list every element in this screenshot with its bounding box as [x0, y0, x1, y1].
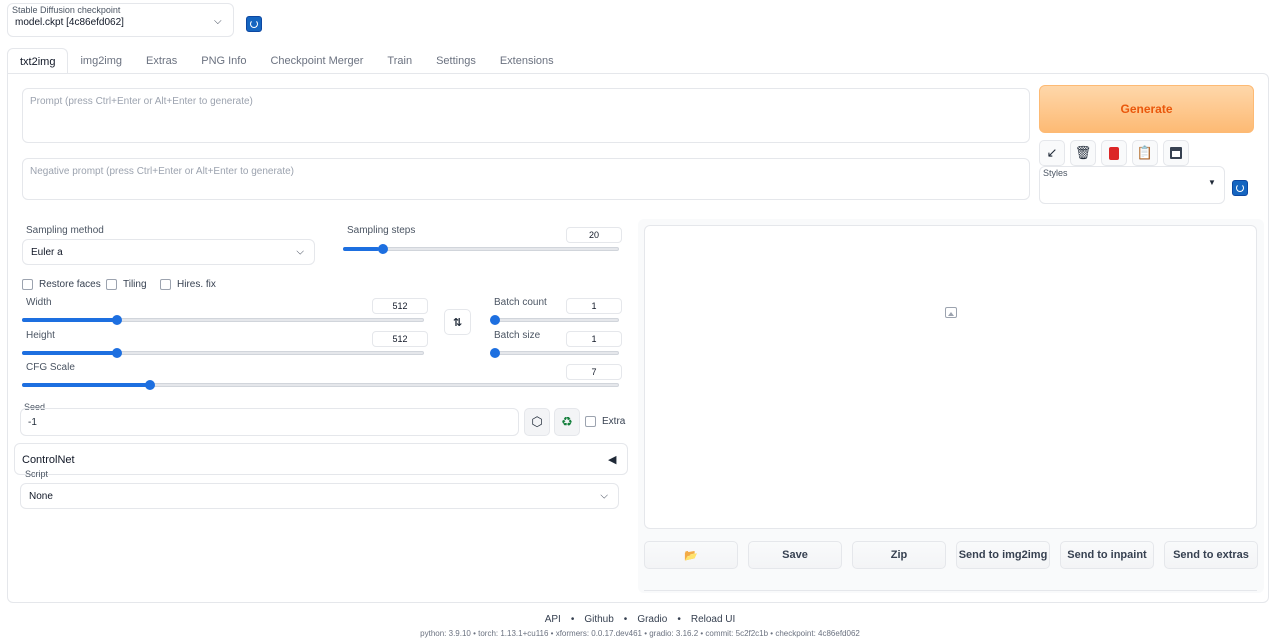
script-dropdown[interactable]: None ⌵	[20, 483, 619, 509]
width-slider[interactable]	[22, 314, 424, 326]
image-gallery[interactable]	[644, 225, 1257, 529]
footer-separator: •	[570, 614, 575, 625]
red-card-icon[interactable]	[1101, 140, 1127, 166]
prompt-input[interactable]	[22, 88, 1030, 143]
slider-thumb[interactable]	[112, 348, 123, 358]
width-label: Width	[26, 297, 52, 308]
tab-train[interactable]: Train	[375, 48, 424, 74]
send-to-inpaint-button[interactable]: Send to inpaint	[1060, 541, 1154, 569]
tiling-checkbox[interactable]: Tiling	[106, 279, 147, 290]
sampling-steps-label: Sampling steps	[347, 225, 416, 236]
zip-button[interactable]: Zip	[852, 541, 946, 569]
swap-dimensions-button[interactable]: ⇅	[444, 309, 471, 335]
image-placeholder-icon	[945, 307, 957, 318]
cfg-scale-label: CFG Scale	[26, 362, 75, 373]
slider-thumb[interactable]	[490, 315, 500, 325]
slider-thumb[interactable]	[145, 380, 156, 390]
cfg-scale-slider[interactable]	[22, 379, 619, 391]
chevron-down-icon: ⌵	[214, 16, 222, 27]
trash-icon[interactable]: 🗑	[1070, 140, 1096, 166]
random-seed-button[interactable]: ⬡	[524, 408, 550, 436]
controlnet-accordion[interactable]	[14, 443, 628, 475]
collapse-arrow-icon[interactable]: ◀	[608, 453, 616, 466]
slider-thumb[interactable]	[112, 315, 123, 325]
footer: API • Github • Gradio • Reload UI	[0, 614, 1280, 625]
checkpoint-value: model.ckpt [4c86efd062]	[15, 17, 124, 28]
open-folder-button[interactable]: 📂	[644, 541, 738, 569]
height-slider[interactable]	[22, 347, 424, 359]
tab-img2img[interactable]: img2img	[68, 48, 134, 74]
height-input[interactable]: 512	[372, 331, 428, 347]
folder-icon: 📂	[684, 549, 698, 562]
arrow-icon[interactable]: ↙	[1039, 140, 1065, 166]
github-link[interactable]: Github	[584, 614, 613, 625]
tab-extras[interactable]: Extras	[134, 48, 189, 74]
generate-button[interactable]: Generate	[1039, 85, 1254, 133]
clipboard-icon[interactable]: 📋	[1132, 140, 1158, 166]
reload-ui-link[interactable]: Reload UI	[691, 614, 735, 625]
save-icon[interactable]	[1163, 140, 1189, 166]
batch-count-slider[interactable]	[490, 314, 619, 326]
swap-arrows-icon: ⇅	[452, 316, 463, 329]
width-input[interactable]: 512	[372, 298, 428, 314]
slider-thumb[interactable]	[377, 244, 388, 254]
gradio-link[interactable]: Gradio	[637, 614, 667, 625]
sampling-steps-slider[interactable]	[343, 243, 619, 255]
batch-size-label: Batch size	[494, 330, 541, 341]
refresh-checkpoint-button[interactable]	[246, 16, 262, 32]
cfg-scale-input[interactable]: 7	[566, 364, 622, 380]
caret-down-icon: ▼	[1208, 178, 1216, 187]
refresh-icon	[1236, 184, 1244, 192]
batch-count-label: Batch count	[494, 297, 547, 308]
tab-png-info[interactable]: PNG Info	[189, 48, 258, 74]
batch-size-slider[interactable]	[490, 347, 619, 359]
seed-input[interactable]: -1	[20, 408, 519, 436]
refresh-styles-button[interactable]	[1232, 180, 1248, 196]
divider	[644, 590, 1257, 591]
api-link[interactable]: API	[545, 614, 561, 625]
styles-label: Styles	[1043, 168, 1068, 178]
checkpoint-label: Stable Diffusion checkpoint	[12, 5, 121, 15]
height-label: Height	[26, 330, 55, 341]
script-value: None	[29, 490, 53, 502]
tab-checkpoint-merger[interactable]: Checkpoint Merger	[258, 48, 375, 74]
batch-size-input[interactable]: 1	[566, 331, 622, 347]
chevron-down-icon: ⌵	[296, 246, 304, 258]
main-tabs: txt2img img2img Extras PNG Info Checkpoi…	[7, 48, 566, 74]
send-to-extras-button[interactable]: Send to extras	[1164, 541, 1258, 569]
script-label: Script	[25, 469, 49, 479]
save-button[interactable]: Save	[748, 541, 842, 569]
tab-txt2img[interactable]: txt2img	[7, 48, 69, 74]
dice-icon: ⬡	[531, 414, 543, 429]
send-to-img2img-button[interactable]: Send to img2img	[956, 541, 1050, 569]
batch-count-input[interactable]: 1	[566, 298, 622, 314]
extra-seed-checkbox[interactable]: Extra	[585, 416, 625, 427]
chevron-down-icon: ⌵	[600, 490, 608, 502]
recycle-icon: ♻	[561, 414, 573, 429]
sampling-method-value: Euler a	[31, 246, 63, 258]
refresh-icon	[250, 20, 258, 28]
reuse-seed-button[interactable]: ♻	[554, 408, 580, 436]
sampling-method-dropdown[interactable]: Euler a ⌵	[22, 239, 315, 265]
slider-thumb[interactable]	[490, 348, 500, 358]
footer-separator: •	[677, 614, 681, 625]
controlnet-label: ControlNet	[22, 454, 75, 466]
tab-extensions[interactable]: Extensions	[488, 48, 566, 74]
negative-prompt-input[interactable]	[22, 158, 1030, 200]
sampling-steps-input[interactable]: 20	[566, 227, 622, 243]
restore-faces-checkbox[interactable]: Restore faces	[22, 279, 101, 290]
footer-separator: •	[623, 614, 628, 625]
sampling-method-label: Sampling method	[26, 225, 104, 236]
tab-settings[interactable]: Settings	[424, 48, 488, 74]
hires-fix-checkbox[interactable]: Hires. fix	[160, 279, 216, 290]
